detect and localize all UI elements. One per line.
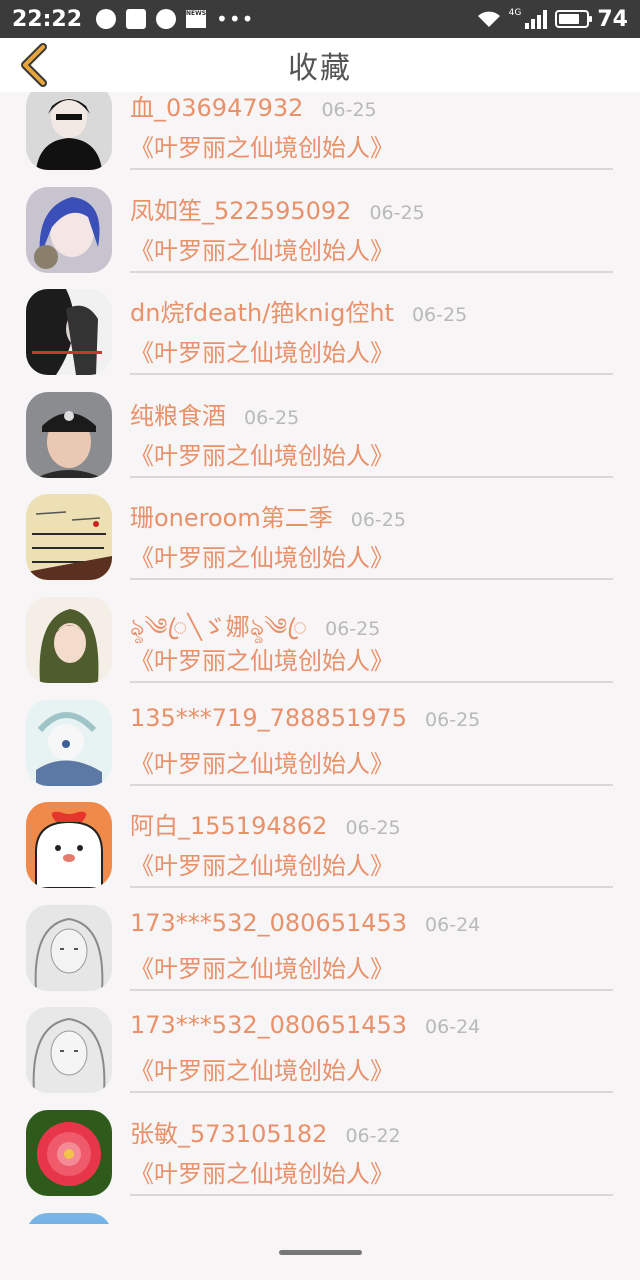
list-item[interactable]: 173***532_080651453 06-24 《叶罗丽之仙境创始人》	[0, 904, 640, 1008]
avatar[interactable]	[26, 699, 112, 786]
status-time: 22:22	[12, 6, 83, 32]
list-item[interactable]: 阿白_155194862 06-25 《叶罗丽之仙境创始人》	[0, 802, 640, 905]
user-name[interactable]: 173***532_080651453	[130, 1011, 407, 1039]
user-name[interactable]: 135***719_788851975	[130, 704, 407, 732]
name-line: 张敏_573105182 06-22	[130, 1114, 401, 1149]
work-title[interactable]: 《叶罗丽之仙境创始人》	[130, 231, 394, 266]
favorite-date: 06-24	[425, 913, 481, 936]
item-info: dn烷fdeath/筢knig倥ht 06-25 《叶罗丽之仙境创始人》	[130, 289, 613, 376]
list-item[interactable]: 135***719_788851975 06-25 《叶罗丽之仙境创始人》	[0, 699, 640, 803]
name-line: 135***719_788851975 06-25	[130, 704, 480, 732]
favorite-date: 06-25	[325, 618, 381, 640]
user-name[interactable]: 张敏_573105182	[130, 1114, 327, 1149]
item-info: 纯粮食酒 06-25 《叶罗丽之仙境创始人》	[130, 392, 613, 478]
list-item[interactable]: 珊oneroom第二季 06-25 《叶罗丽之仙境创始人》	[0, 494, 640, 597]
list-item[interactable]: 张敏_573105182 06-22 《叶罗丽之仙境创始人》	[0, 1110, 640, 1213]
status-bar: 22:22 NEWS ••• 4G 74	[0, 0, 640, 38]
favorite-date: 06-25	[350, 509, 406, 532]
work-title[interactable]: 《叶罗丽之仙境创始人》	[130, 538, 394, 573]
name-line: 173***532_080651453 06-24	[130, 1011, 480, 1039]
work-title[interactable]: 《叶罗丽之仙境创始人》	[130, 333, 394, 368]
user-name[interactable]: 珊oneroom第二季	[130, 498, 333, 533]
name-line: dn烷fdeath/筢knig倥ht 06-25	[130, 293, 467, 328]
item-info: 凤如笙_522595092 06-25 《叶罗丽之仙境创始人》	[130, 187, 613, 273]
avatar[interactable]	[26, 391, 112, 478]
work-title[interactable]: 《叶罗丽之仙境创始人》	[130, 436, 394, 471]
status-right: 4G 74	[477, 7, 628, 32]
item-info: 珊oneroom第二季 06-25 《叶罗丽之仙境创始人》	[130, 494, 613, 581]
avatar[interactable]	[26, 494, 112, 581]
list-item[interactable]: dn烷fdeath/筢knig倥ht 06-25 《叶罗丽之仙境创始人》	[0, 289, 640, 392]
favorite-date: 06-25	[425, 708, 481, 731]
title-bar: 收藏	[0, 38, 640, 92]
item-info: 135***719_788851975 06-25 《叶罗丽之仙境创始人》	[130, 700, 613, 786]
avatar[interactable]	[26, 1007, 112, 1094]
name-line: 血_036947932 06-25	[130, 92, 377, 123]
favorite-date: 06-22	[345, 1125, 401, 1147]
user-name[interactable]: 纯粮食酒	[130, 396, 226, 431]
user-name[interactable]: dn烷fdeath/筢knig倥ht	[130, 293, 394, 328]
wifi-icon	[477, 11, 500, 27]
signal-icon	[525, 9, 548, 29]
network-type: 4G	[508, 8, 522, 18]
item-info: 张敏_573105182 06-22 《叶罗丽之仙境创始人》	[130, 1110, 613, 1196]
item-info: ৡ༄ꦿ╲ゞ娜ৡ༄ꦿ 06-25 《叶罗丽之仙境创始人》	[130, 597, 613, 683]
work-title[interactable]: 《叶罗丽之仙境创始人》	[130, 846, 394, 881]
favorite-date: 06-25	[345, 817, 401, 840]
image-notification-icon	[126, 9, 147, 29]
page-title: 收藏	[288, 51, 352, 86]
back-button[interactable]	[14, 42, 54, 88]
item-info: 173***532_080651453 06-24 《叶罗丽之仙境创始人》	[130, 905, 613, 991]
chat-icon	[156, 9, 177, 29]
message-bubble-icon	[96, 9, 117, 29]
list-item-partial[interactable]	[0, 1212, 640, 1224]
work-title[interactable]: 《叶罗丽之仙境创始人》	[130, 744, 394, 779]
work-title[interactable]: 《叶罗丽之仙境创始人》	[130, 1154, 394, 1189]
battery-icon	[555, 10, 593, 28]
more-notifications-icon: •••	[216, 7, 255, 31]
name-line: 阿白_155194862 06-25	[130, 806, 401, 841]
item-info: 阿白_155194862 06-25 《叶罗丽之仙境创始人》	[130, 802, 613, 889]
list-item[interactable]: 凤如笙_522595092 06-25 《叶罗丽之仙境创始人》	[0, 186, 640, 290]
avatar[interactable]	[26, 186, 112, 273]
item-info: 173***532_080651453 06-24 《叶罗丽之仙境创始人》	[130, 1007, 613, 1094]
work-title[interactable]: 《叶罗丽之仙境创始人》	[130, 128, 394, 163]
favorites-list[interactable]: 血_036947932 06-25 《叶罗丽之仙境创始人》 凤如笙_522595092…	[0, 92, 640, 1224]
avatar[interactable]	[26, 1110, 112, 1196]
list-item[interactable]: 血_036947932 06-25 《叶罗丽之仙境创始人》	[0, 92, 640, 187]
work-title[interactable]: 《叶罗丽之仙境创始人》	[130, 1051, 394, 1086]
user-name[interactable]: 血_036947932	[130, 92, 303, 123]
name-line: 珊oneroom第二季 06-25	[130, 498, 406, 533]
avatar[interactable]	[26, 1212, 112, 1224]
list-item[interactable]: 纯粮食酒 06-25 《叶罗丽之仙境创始人》	[0, 391, 640, 495]
work-title[interactable]: 《叶罗丽之仙境创始人》	[130, 641, 394, 676]
list-item[interactable]: ৡ༄ꦿ╲ゞ娜ৡ༄ꦿ 06-25 《叶罗丽之仙境创始人》	[0, 597, 640, 700]
user-name[interactable]: 173***532_080651453	[130, 909, 407, 937]
battery-fill	[559, 14, 579, 24]
favorite-date: 06-24	[425, 1016, 481, 1039]
list-item[interactable]: 173***532_080651453 06-24 《叶罗丽之仙境创始人》	[0, 1007, 640, 1110]
name-line: 173***532_080651453 06-24	[130, 909, 480, 937]
name-line: 纯粮食酒 06-25	[130, 396, 299, 431]
avatar[interactable]	[26, 904, 112, 991]
user-name[interactable]: 阿白_155194862	[130, 806, 327, 841]
favorite-date: 06-25	[321, 99, 377, 121]
avatar[interactable]	[26, 802, 112, 889]
favorite-date: 06-25	[411, 304, 468, 327]
favorite-date: 06-25	[369, 201, 425, 224]
chevron-left-icon	[21, 43, 47, 87]
user-name[interactable]: 凤如笙_522595092	[130, 191, 351, 226]
avatar[interactable]	[26, 597, 112, 683]
avatar[interactable]	[26, 92, 112, 170]
home-indicator[interactable]	[279, 1250, 362, 1255]
item-info: 血_036947932 06-25 《叶罗丽之仙境创始人》	[130, 92, 613, 170]
name-line: 凤如笙_522595092 06-25	[130, 191, 425, 226]
news-icon: NEWS	[186, 10, 206, 28]
work-title[interactable]: 《叶罗丽之仙境创始人》	[130, 949, 394, 984]
favorite-date: 06-25	[244, 406, 300, 429]
status-left: 22:22 NEWS •••	[12, 7, 477, 32]
battery-percent: 74	[597, 6, 628, 32]
avatar[interactable]	[26, 289, 112, 376]
navigation-bar	[0, 1224, 640, 1280]
